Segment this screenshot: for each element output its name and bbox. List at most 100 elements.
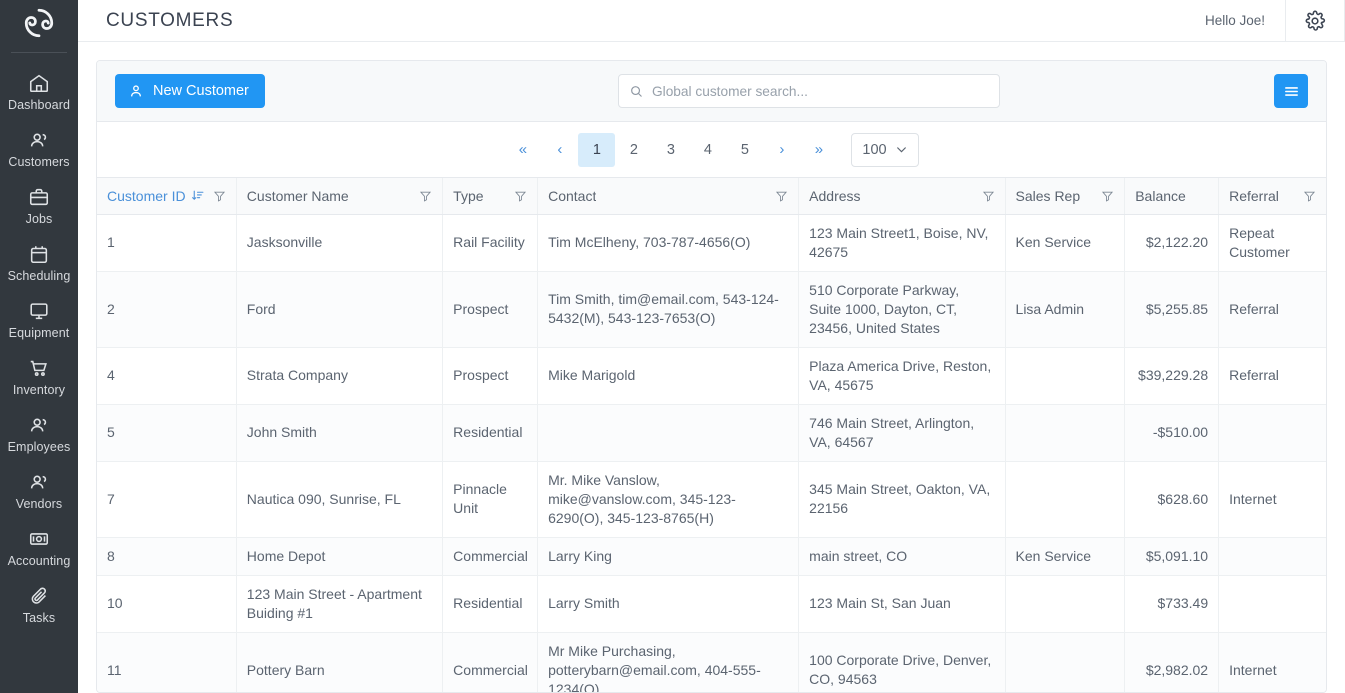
sidebar-item-label: Vendors [16,497,63,511]
table-scroll-area[interactable]: Customer ID [97,178,1326,692]
cell-type: Prospect [443,347,538,404]
page-button-2[interactable]: 2 [615,133,652,167]
sort-desc-icon[interactable] [191,189,204,202]
column-header-referral[interactable]: Referral [1219,178,1326,214]
search-input[interactable] [652,84,989,99]
cell-address: 123 Main Street1, Boise, NV, 42675 [799,214,1005,271]
table-row[interactable]: 7 Nautica 090, Sunrise, FL Pinnacle Unit… [97,461,1326,537]
page-button-3[interactable]: 3 [652,133,689,167]
cell-contact: Tim McElheny, 703-787-4656(O) [538,214,799,271]
swirl-logo-icon [22,6,56,40]
column-header-type[interactable]: Type [443,178,538,214]
filter-icon[interactable] [775,189,788,203]
users-icon [28,471,50,493]
search-box[interactable] [618,74,1000,108]
cell-referral: Referral [1219,347,1326,404]
cell-sales-rep [1005,632,1125,692]
cell-sales-rep: Ken Service [1005,214,1125,271]
next-page-button[interactable]: › [763,133,800,167]
sidebar-divider [11,52,67,53]
page-size-select[interactable]: 100 [851,133,918,167]
global-search [618,74,1000,108]
filter-icon[interactable] [1303,189,1316,203]
filter-icon[interactable] [1101,189,1114,203]
sidebar-item-label: Customers [8,155,69,169]
table-row[interactable]: 10 123 Main Street - Apartment Buiding #… [97,575,1326,632]
page-button-1[interactable]: 1 [578,133,615,167]
table-row[interactable]: 1 Jasksonville Rail Facility Tim McElhen… [97,214,1326,271]
column-header-customer-id[interactable]: Customer ID [97,178,236,214]
cell-customer-name: John Smith [236,404,442,461]
cell-sales-rep [1005,461,1125,537]
cell-address: Plaza America Drive, Reston, VA, 45675 [799,347,1005,404]
settings-button[interactable] [1286,0,1344,42]
cell-customer-name: Nautica 090, Sunrise, FL [236,461,442,537]
new-customer-button[interactable]: New Customer [115,74,265,108]
pagination: « ‹ 1 2 3 4 5 › » 100 [97,122,1326,178]
table-row[interactable]: 2 Ford Prospect Tim Smith, tim@email.com… [97,271,1326,347]
table-row[interactable]: 8 Home Depot Commercial Larry King main … [97,537,1326,575]
cell-customer-name: Strata Company [236,347,442,404]
search-icon [629,84,644,99]
table-options-button[interactable] [1274,74,1308,108]
sidebar: Dashboard Customers Jobs Scheduling [0,0,78,693]
calendar-icon [28,243,50,265]
sidebar-item-vendors[interactable]: Vendors [0,462,78,519]
cell-referral: Internet [1219,632,1326,692]
users-icon [28,129,50,151]
filter-icon[interactable] [213,189,226,203]
cell-type: Prospect [443,271,538,347]
cell-balance: $5,091.10 [1125,537,1219,575]
cell-contact [538,404,799,461]
sidebar-item-label: Equipment [9,326,70,340]
sidebar-item-equipment[interactable]: Equipment [0,291,78,348]
cell-customer-id: 5 [97,404,236,461]
last-page-button[interactable]: » [800,133,837,167]
filter-icon[interactable] [982,189,995,203]
column-header-balance[interactable]: Balance [1125,178,1219,214]
sidebar-item-employees[interactable]: Employees [0,405,78,462]
chevron-down-icon [895,143,908,156]
column-header-sales-rep[interactable]: Sales Rep [1005,178,1125,214]
column-label: Contact [548,188,596,204]
table-row[interactable]: 4 Strata Company Prospect Mike Marigold … [97,347,1326,404]
table-row[interactable]: 11 Pottery Barn Commercial Mr Mike Purch… [97,632,1326,692]
table-row[interactable]: 5 John Smith Residential 746 Main Street… [97,404,1326,461]
cell-address: main street, CO [799,537,1005,575]
first-page-button[interactable]: « [504,133,541,167]
money-icon [28,528,50,550]
cell-sales-rep [1005,347,1125,404]
monitor-icon [28,300,50,322]
sidebar-item-label: Inventory [13,383,65,397]
column-header-customer-name[interactable]: Customer Name [236,178,442,214]
cell-sales-rep: Ken Service [1005,537,1125,575]
cell-address: 510 Corporate Parkway, Suite 1000, Dayto… [799,271,1005,347]
page-button-5[interactable]: 5 [726,133,763,167]
filter-icon[interactable] [419,189,432,203]
sidebar-item-dashboard[interactable]: Dashboard [0,63,78,120]
cell-customer-name: 123 Main Street - Apartment Buiding #1 [236,575,442,632]
top-bar: CUSTOMERS Hello Joe! [78,0,1345,42]
sidebar-item-accounting[interactable]: Accounting [0,519,78,576]
table-body: 1 Jasksonville Rail Facility Tim McElhen… [97,214,1326,692]
app-logo[interactable] [0,0,78,46]
sidebar-item-customers[interactable]: Customers [0,120,78,177]
column-header-address[interactable]: Address [799,178,1005,214]
paperclip-icon [28,585,50,607]
prev-page-button[interactable]: ‹ [541,133,578,167]
cell-address: 123 Main St, San Juan [799,575,1005,632]
column-header-contact[interactable]: Contact [538,178,799,214]
sidebar-item-scheduling[interactable]: Scheduling [0,234,78,291]
sidebar-item-tasks[interactable]: Tasks [0,576,78,633]
cell-customer-name: Pottery Barn [236,632,442,692]
cell-customer-id: 8 [97,537,236,575]
page-button-4[interactable]: 4 [689,133,726,167]
cell-referral [1219,575,1326,632]
sidebar-item-inventory[interactable]: Inventory [0,348,78,405]
filter-icon[interactable] [514,189,527,203]
top-bar-right: Hello Joe! [1185,0,1345,42]
cell-customer-name: Home Depot [236,537,442,575]
sidebar-item-jobs[interactable]: Jobs [0,177,78,234]
cell-customer-id: 7 [97,461,236,537]
users-icon [28,414,50,436]
